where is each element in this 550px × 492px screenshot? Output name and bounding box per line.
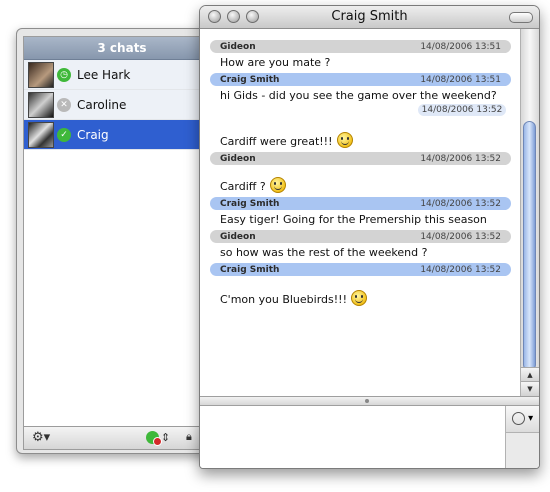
status-icon <box>146 431 162 446</box>
message-line: Cardiff ? <box>220 165 520 195</box>
message-date: 14/08/2006 13:51 <box>420 74 501 85</box>
message-line: C'mon you Bluebirds!!! <box>220 276 520 308</box>
chat-list-footer: ⚙▾ ⇕ 🔒︎ <box>24 426 220 449</box>
splitter-handle-icon <box>365 399 369 403</box>
message-text: Cardiff were great!!! <box>220 135 333 148</box>
avatar <box>28 61 54 88</box>
status-picker[interactable]: ⇕ <box>146 431 171 446</box>
message-date: 14/08/2006 13:52 <box>420 198 501 209</box>
chat-row-caroline[interactable]: ✕ Caroline <box>24 90 220 120</box>
sender-name: Craig Smith <box>220 74 280 85</box>
message-text: How are you mate ? <box>220 55 331 69</box>
message-header: Gideon 14/08/2006 13:52 <box>210 152 511 165</box>
chat-list-panel: 3 chats ◷ Lee Hark ✕ Caroline ✓ Craig ⚙▾… <box>23 36 221 450</box>
toolbar-toggle-button[interactable] <box>509 12 533 23</box>
contact-name: Craig <box>77 127 109 142</box>
sender-name: Craig Smith <box>220 198 280 209</box>
message-date: 14/08/2006 13:52 <box>420 231 501 242</box>
message-line: Cardiff were great!!! <box>220 116 520 150</box>
title-bar: Craig Smith <box>200 6 539 29</box>
chevron-down-icon: ▾ <box>528 413 534 424</box>
message-header: Craig Smith 14/08/2006 13:52 <box>210 263 511 276</box>
pane-splitter[interactable] <box>200 396 539 406</box>
sender-name: Craig Smith <box>220 264 280 275</box>
message-log: Gideon 14/08/2006 13:51 How are you mate… <box>200 29 520 396</box>
message-header: Craig Smith 14/08/2006 13:51 <box>210 73 511 86</box>
status-online-icon: ✓ <box>57 127 71 142</box>
sender-name: Gideon <box>220 153 256 164</box>
contact-name: Lee Hark <box>77 67 131 82</box>
emoticon-button[interactable]: ▾ <box>505 406 539 433</box>
contact-name: Caroline <box>77 97 127 112</box>
message-input[interactable] <box>200 406 505 468</box>
avatar <box>28 91 54 118</box>
sender-name: Gideon <box>220 231 256 242</box>
window-title: Craig Smith <box>331 9 408 24</box>
status-offline-icon: ✕ <box>57 97 71 112</box>
message-date: 14/08/2006 13:52 <box>420 153 501 164</box>
message-text: so how was the rest of the weekend ? <box>220 245 428 259</box>
message-text: Cardiff ? <box>220 180 266 193</box>
message-text: Easy tiger! Going for the Premership thi… <box>220 212 487 226</box>
chat-row-craig[interactable]: ✓ Craig <box>24 120 220 150</box>
chat-row-lee-hark[interactable]: ◷ Lee Hark <box>24 60 220 90</box>
scroll-down-arrow-icon[interactable]: ▼ <box>521 381 539 396</box>
avatar <box>28 121 54 148</box>
wink-smiley-icon <box>269 177 286 193</box>
smiley-icon <box>350 290 367 306</box>
smiley-icon <box>336 132 353 148</box>
message-timestamp: 14/08/2006 13:52 <box>418 104 506 116</box>
message-header: Gideon 14/08/2006 13:52 <box>210 230 511 243</box>
status-online-idle-icon: ◷ <box>57 67 71 82</box>
chat-list-window: 3 chats ◷ Lee Hark ✕ Caroline ✓ Craig ⚙▾… <box>16 28 228 454</box>
message-header: Craig Smith 14/08/2006 13:52 <box>210 197 511 210</box>
chat-list-header: 3 chats <box>24 37 220 60</box>
scroll-thumb[interactable] <box>523 121 536 371</box>
sender-name: Gideon <box>220 41 256 52</box>
conversation-window: Craig Smith Gideon 14/08/2006 13:51 How … <box>199 5 540 469</box>
message-text: C'mon you Bluebirds!!! <box>220 293 347 306</box>
message-date: 14/08/2006 13:52 <box>420 264 501 275</box>
message-text: hi Gids - did you see the game over the … <box>220 88 497 102</box>
lock-icon[interactable]: 🔒︎ <box>186 430 192 444</box>
smiley-icon <box>511 411 525 425</box>
message-header: Gideon 14/08/2006 13:51 <box>210 40 511 53</box>
resize-area <box>505 433 539 468</box>
scroll-up-arrow-icon[interactable]: ▲ <box>521 367 539 382</box>
message-date: 14/08/2006 13:51 <box>420 41 501 52</box>
vertical-scrollbar[interactable]: ▲ ▼ <box>520 29 539 396</box>
chevron-updown-icon: ⇕ <box>161 431 171 444</box>
gear-icon[interactable]: ⚙▾ <box>32 430 50 445</box>
